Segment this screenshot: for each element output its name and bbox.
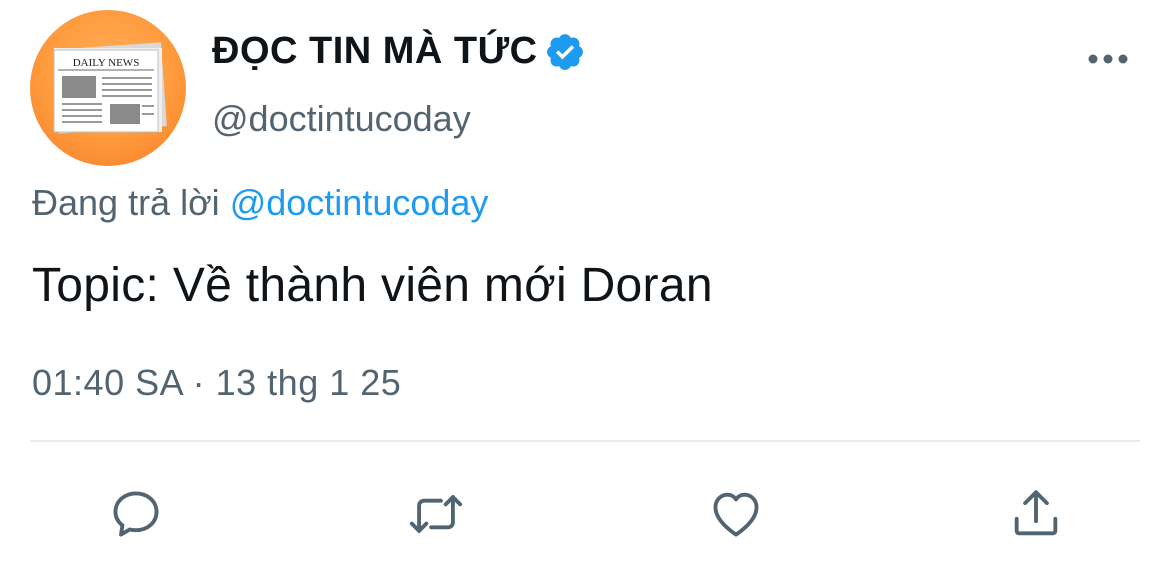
replying-to-mention[interactable]: @doctintucoday bbox=[230, 182, 489, 223]
like-button[interactable] bbox=[706, 484, 766, 544]
heart-icon bbox=[713, 492, 759, 537]
share-button[interactable] bbox=[1006, 484, 1066, 544]
author-handle[interactable]: @doctintucoday bbox=[212, 98, 471, 140]
tweet-text: Topic: Về thành viên mới Doran bbox=[32, 259, 713, 312]
share-icon bbox=[1014, 490, 1058, 536]
avatar[interactable]: DAILY NEWS bbox=[30, 10, 186, 166]
divider bbox=[30, 440, 1140, 442]
retweet-icon bbox=[409, 495, 463, 533]
reply-button[interactable] bbox=[106, 484, 166, 544]
tweet-timestamp[interactable]: 01:40 SA · 13 thg 1 25 bbox=[32, 362, 401, 404]
replying-to-prefix: Đang trả lời bbox=[32, 182, 220, 223]
author-display-name[interactable]: ĐỌC TIN MÀ TỨC bbox=[212, 30, 586, 73]
replying-to: Đang trả lời @doctintucoday bbox=[32, 182, 488, 224]
more-dots-icon bbox=[1088, 54, 1128, 64]
newspaper-icon: DAILY NEWS bbox=[53, 42, 167, 134]
avatar-masthead: DAILY NEWS bbox=[73, 57, 140, 69]
comment-icon bbox=[113, 491, 159, 537]
verified-badge-icon bbox=[544, 31, 586, 73]
retweet-button[interactable] bbox=[406, 484, 466, 544]
more-options-button[interactable] bbox=[1086, 44, 1130, 74]
display-name-text: ĐỌC TIN MÀ TỨC bbox=[212, 30, 538, 72]
